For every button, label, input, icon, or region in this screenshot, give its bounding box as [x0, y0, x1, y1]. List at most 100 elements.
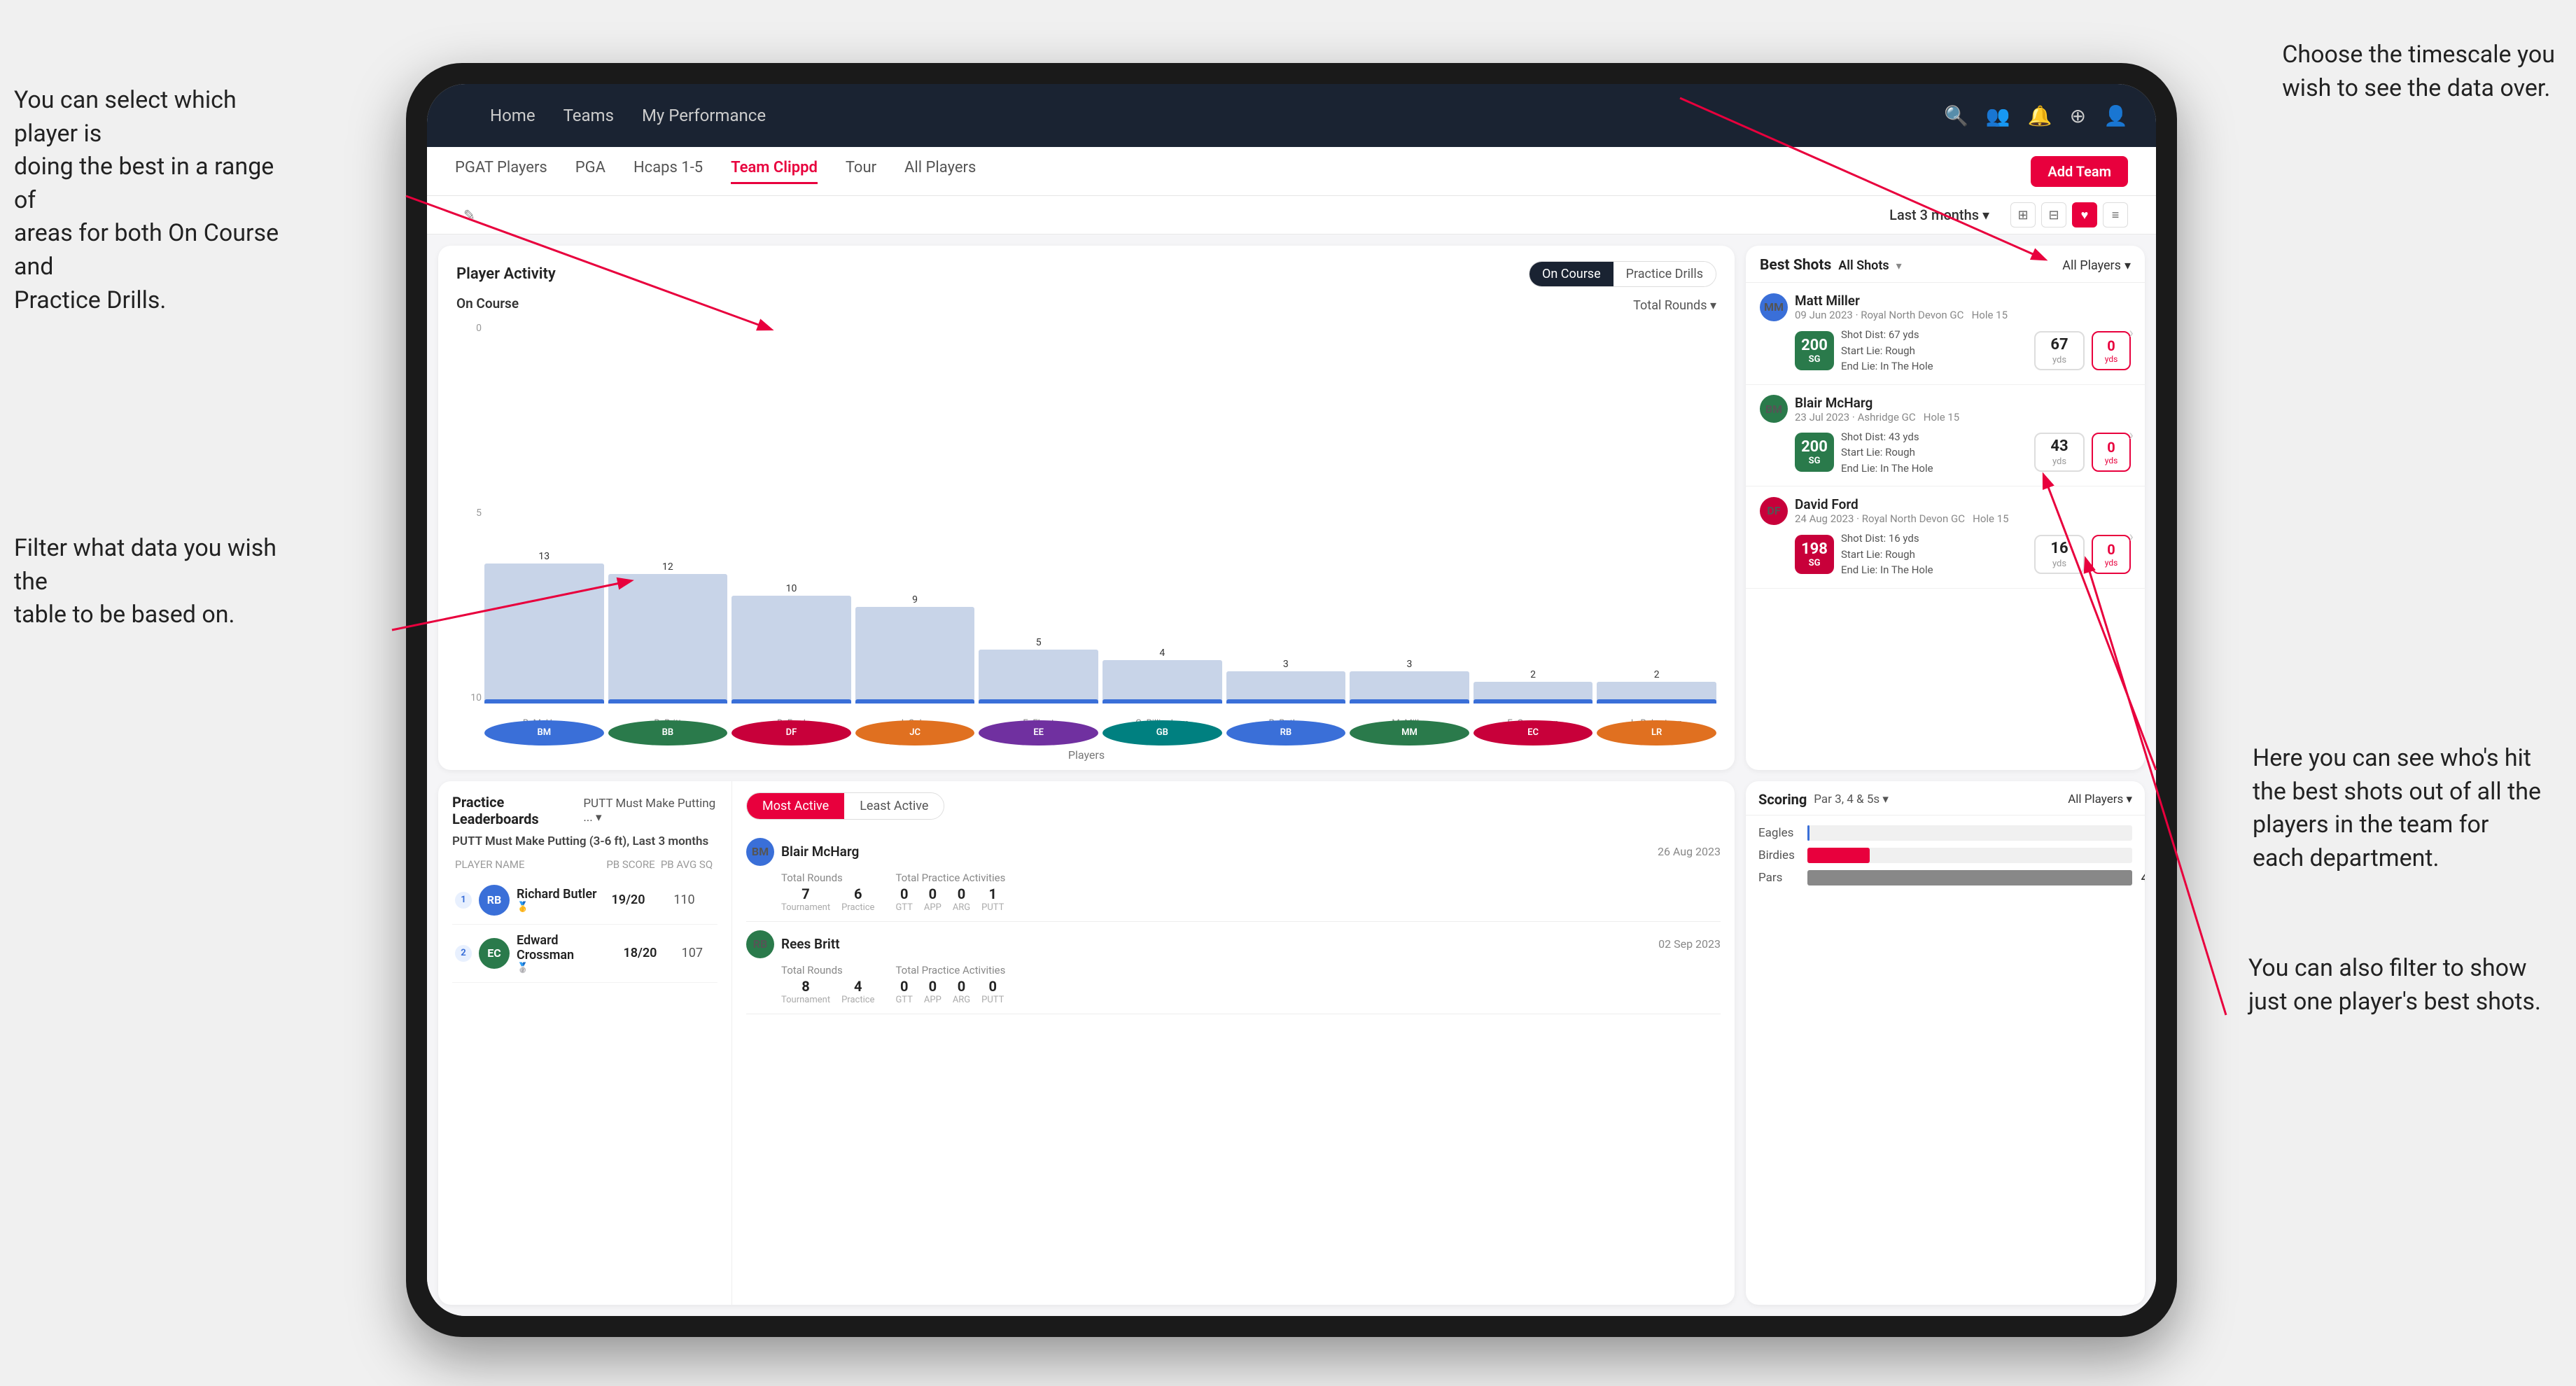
- bar[interactable]: [1226, 671, 1346, 704]
- practice-act-label: Total Practice Activities: [895, 964, 1005, 976]
- active-stats: Total Rounds 8 Tournament 4 Practice Tot…: [746, 964, 1721, 1005]
- score-label: Eagles: [1758, 826, 1800, 840]
- list-view-btn[interactable]: ⊟: [2041, 202, 2066, 227]
- people-icon[interactable]: 👥: [1986, 104, 2010, 127]
- shot-card[interactable]: MM Matt Miller 09 Jun 2023 · Royal North…: [1746, 283, 2145, 385]
- add-team-button[interactable]: Add Team: [2031, 156, 2128, 187]
- annotation-top-right: Choose the timescale youwish to see the …: [2282, 38, 2555, 105]
- lb-row[interactable]: 1 RB Richard Butler 🥇 19/20 110: [452, 876, 718, 925]
- player-avatar-small: MM: [1350, 720, 1469, 746]
- bar[interactable]: [1474, 682, 1593, 704]
- lb-avg: 107: [670, 946, 715, 960]
- chart-x-title: Players: [456, 746, 1716, 763]
- bar[interactable]: [855, 607, 975, 704]
- shot-stat-box: 67 yds: [2034, 331, 2085, 370]
- practice-val: 6: [854, 886, 862, 902]
- badge-num: 200: [1801, 337, 1828, 354]
- team-header: ✎ Last 3 months ▾ ⊞ ⊟ ♥ ≡: [427, 196, 2156, 234]
- bar[interactable]: [1102, 660, 1222, 704]
- bar[interactable]: [979, 650, 1098, 704]
- total-rounds-dropdown[interactable]: Total Rounds ▾: [1633, 298, 1716, 313]
- arg-label: ARG: [953, 995, 970, 1005]
- player-filter[interactable]: All Players ▾: [2062, 258, 2131, 273]
- active-avatar: BM: [746, 838, 774, 866]
- nav-link-performance[interactable]: My Performance: [642, 106, 766, 125]
- main-content: Player Activity On Course Practice Drill…: [427, 234, 2156, 1316]
- active-players: BM Blair McHarg 26 Aug 2023 Total Rounds…: [746, 830, 1721, 1014]
- bar-value-label: 13: [538, 551, 550, 562]
- sun-icon[interactable]: ⊕: [2070, 104, 2086, 127]
- bar-value-label: 2: [1654, 669, 1660, 680]
- bar[interactable]: [608, 574, 728, 704]
- zero-box: 0 yds: [2092, 535, 2131, 574]
- app-val: 0: [929, 886, 937, 902]
- player-info: BM Blair McHarg 23 Jul 2023 · Ashridge G…: [1760, 395, 2131, 424]
- scoring-player-filter[interactable]: All Players ▾: [2068, 792, 2132, 806]
- bar-value-label: 9: [912, 594, 918, 606]
- sub-nav-tour[interactable]: Tour: [846, 159, 876, 184]
- y-axis: 10 5 0: [456, 323, 484, 704]
- search-icon[interactable]: 🔍: [1944, 104, 1968, 127]
- tablet-frame: Home Teams My Performance 🔍 👥 🔔 ⊕ 👤 PGAT…: [406, 63, 2177, 1337]
- lb-row[interactable]: 2 EC Edward Crossman 🥈 18/20 107: [452, 925, 718, 983]
- practice-subtitle: PUTT Must Make Putting (3-6 ft), Last 3 …: [452, 834, 718, 848]
- on-course-toggle[interactable]: On Course: [1530, 262, 1614, 286]
- bar[interactable]: [732, 596, 851, 704]
- sub-nav-pga[interactable]: PGA: [575, 159, 606, 184]
- nav-icons: 🔍 👥 🔔 ⊕ 👤: [1944, 104, 2128, 127]
- active-name: Blair McHarg: [781, 844, 1651, 860]
- bar-group: 9: [855, 323, 975, 704]
- shot-badge: 200 SG: [1795, 331, 1834, 370]
- nav-link-home[interactable]: Home: [490, 106, 536, 125]
- nav-link-teams[interactable]: Teams: [564, 106, 614, 125]
- most-active-tab[interactable]: Most Active: [747, 793, 844, 819]
- active-avatar: RB: [746, 930, 774, 958]
- all-shots-tab[interactable]: All Shots: [1838, 258, 1889, 273]
- card-chevron-icon: ›: [2129, 528, 2134, 546]
- bar[interactable]: [1597, 682, 1716, 704]
- sub-nav-all[interactable]: All Players: [904, 159, 976, 184]
- least-active-tab[interactable]: Least Active: [844, 793, 944, 819]
- sub-nav-hcaps[interactable]: Hcaps 1-5: [634, 159, 703, 184]
- bell-icon[interactable]: 🔔: [2028, 104, 2052, 127]
- y-label-0: 0: [459, 323, 482, 334]
- score-bar-fill: [1807, 825, 1809, 841]
- bar[interactable]: [484, 564, 604, 704]
- user-icon[interactable]: 👤: [2104, 104, 2128, 127]
- stat-unit: yds: [2052, 456, 2066, 467]
- grid-view-btn[interactable]: ⊞: [2010, 202, 2036, 227]
- show-select[interactable]: Last 3 months ▾: [1889, 206, 1989, 223]
- edit-icon[interactable]: ✎: [463, 206, 475, 223]
- player-info: MM Matt Miller 09 Jun 2023 · Royal North…: [1760, 293, 2131, 321]
- rounds-stat-group: Total Rounds 7 Tournament 6 Practice: [781, 872, 874, 913]
- section-sub: On Course Total Rounds ▾: [456, 295, 1716, 316]
- sub-nav-pgat[interactable]: PGAT Players: [455, 159, 547, 184]
- bar-group: 10: [732, 323, 851, 704]
- bar[interactable]: [1350, 671, 1469, 704]
- tablet-screen: Home Teams My Performance 🔍 👥 🔔 ⊕ 👤 PGAT…: [427, 84, 2156, 1316]
- sub-nav-team[interactable]: Team Clippd: [731, 159, 818, 184]
- arg-val: 0: [958, 886, 965, 902]
- practice-act-group: Total Practice Activities 0 GTT 0 APP 0 …: [895, 964, 1005, 1005]
- practice-act-label: Total Practice Activities: [895, 872, 1005, 884]
- active-player-card: RB Rees Britt 02 Sep 2023 Total Rounds 8…: [746, 922, 1721, 1014]
- practice-val: 4: [854, 978, 862, 995]
- lb-score: 19/20: [604, 892, 653, 907]
- shot-card[interactable]: BM Blair McHarg 23 Jul 2023 · Ashridge G…: [1746, 385, 2145, 487]
- score-bar-fill: [1807, 870, 2132, 886]
- favorite-view-btn[interactable]: ♥: [2072, 202, 2097, 227]
- bar-group: 3: [1350, 323, 1469, 704]
- bar-value-label: 3: [1407, 659, 1413, 670]
- shot-card[interactable]: DF David Ford 24 Aug 2023 · Royal North …: [1746, 486, 2145, 589]
- menu-view-btn[interactable]: ≡: [2103, 202, 2128, 227]
- practice-filter[interactable]: PUTT Must Make Putting ... ▾: [583, 797, 718, 825]
- scoring-filter[interactable]: Par 3, 4 & 5s ▾: [1814, 792, 1889, 806]
- player-activity-header: Player Activity On Course Practice Drill…: [456, 261, 1716, 287]
- tournament-label: Tournament: [781, 902, 830, 913]
- player-meta: 24 Aug 2023 · Royal North Devon GC Hole …: [1795, 512, 2009, 525]
- practice-drills-toggle[interactable]: Practice Drills: [1614, 262, 1716, 286]
- practice-act-vals: 0 GTT 0 APP 0 ARG 1 PUTT: [895, 886, 1005, 913]
- sub-nav: PGAT Players PGA Hcaps 1-5 Team Clippd T…: [427, 147, 2156, 196]
- badge-num: 198: [1801, 540, 1828, 558]
- best-shots-panel: Best Shots All Shots ▾ All Players ▾ MM …: [1746, 246, 2145, 770]
